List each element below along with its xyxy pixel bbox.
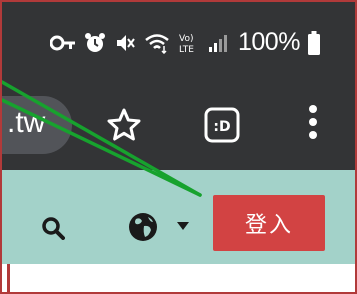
globe-icon[interactable] xyxy=(128,212,158,242)
star-icon[interactable] xyxy=(106,107,142,143)
screenshot-frame: Vo) LTE 100% .tw:D 登入 xyxy=(0,0,357,294)
battery-icon xyxy=(307,30,320,55)
more-menu-icon[interactable] xyxy=(306,103,320,143)
wifi-icon xyxy=(144,32,170,54)
caret-down-icon[interactable] xyxy=(176,221,190,231)
svg-text:Vo): Vo) xyxy=(179,34,193,44)
url-text[interactable]: .tw xyxy=(7,108,45,138)
left-border-stripe xyxy=(7,264,10,292)
status-icons: Vo) LTE 100% xyxy=(50,28,320,57)
key-icon xyxy=(50,34,76,52)
mute-icon xyxy=(114,32,136,54)
battery-percent: 100% xyxy=(238,28,300,56)
volte-icon: Vo) LTE xyxy=(178,31,200,55)
page-body xyxy=(2,264,355,292)
login-button[interactable]: 登入 xyxy=(213,195,325,251)
svg-text:LTE: LTE xyxy=(179,45,194,55)
tab-switcher-icon[interactable]: :D xyxy=(203,106,241,144)
search-icon[interactable] xyxy=(41,216,65,240)
svg-text::D: :D xyxy=(213,119,230,135)
alarm-icon xyxy=(84,32,106,54)
signal-icon xyxy=(208,33,228,53)
